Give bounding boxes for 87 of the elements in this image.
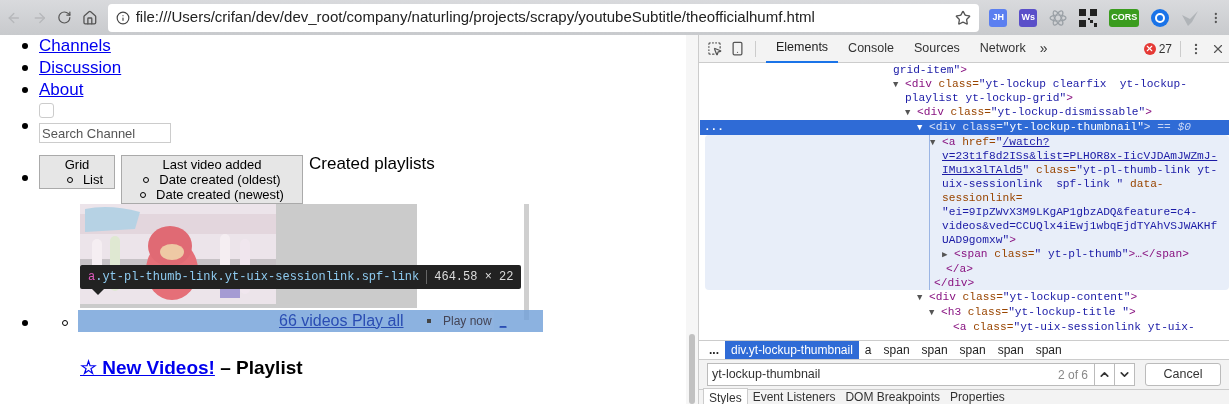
inspect-icon[interactable] xyxy=(707,41,722,56)
code-line: </a> xyxy=(945,262,974,276)
tree-row[interactable]: ... ▼ <div class="yt-lockup-thumbnail"> == $0 xyxy=(700,120,1229,135)
code-line: <div class="yt-lockup-content"> xyxy=(929,290,1138,304)
breadcrumb[interactable]: span xyxy=(915,340,954,360)
panel-tab[interactable]: Styles xyxy=(703,388,748,404)
breadcrumb[interactable]: span xyxy=(991,340,1030,360)
code-line: <span class=" yt-pl-thumb">…</span> xyxy=(954,247,1189,261)
disclosure-arrow[interactable]: ▼ xyxy=(917,123,923,133)
view-button[interactable]: Grid List xyxy=(39,155,115,189)
home-icon[interactable] xyxy=(82,9,98,26)
code-line: IMu1x3lTAld5" class="yt-pl-thumb-link yt- xyxy=(942,163,1218,177)
code-line: <div class="yt-lockup clearfix yt-lockup- xyxy=(905,77,1187,91)
disclosure-arrow[interactable]: ▶ xyxy=(942,250,948,260)
bullet-icon xyxy=(22,65,28,71)
devtools-tab[interactable]: Console xyxy=(838,34,904,63)
ellipsis-marker: ... xyxy=(704,120,724,134)
sort-button[interactable]: Last video added Date created (oldest) Date created (newest) xyxy=(121,155,303,204)
extension-icon[interactable]: CORS xyxy=(1109,8,1140,27)
code-line: uix-sessionlink spf-link " data- xyxy=(942,177,1165,191)
playlist-suffix: – Playlist xyxy=(219,355,303,380)
devtools-tab[interactable]: Elements xyxy=(766,34,839,63)
breadcrumb[interactable]: span xyxy=(877,340,916,360)
code-line: </div> xyxy=(933,276,976,290)
bullet-icon xyxy=(22,43,28,49)
bookmark-star-icon[interactable] xyxy=(955,9,972,26)
tooltip: a.yt-pl-thumb-link.yt-uix-sessionlink.spf-link 464.58 × 22 xyxy=(80,265,522,289)
address-bar[interactable]: file:///Users/crifan/dev/dev_root/company/naturling/projects/scrapy/youtubeSubtitle/theofficialhumf.html xyxy=(107,3,980,32)
devtools-tab[interactable]: Network xyxy=(969,34,1036,63)
code-line: <div class="yt-lockup-dismissable"> xyxy=(917,105,1152,119)
code-line: videos&ved=CCUQlx4iEwj1wbqEjdTYAhVSJWAKHf xyxy=(942,219,1218,233)
code-line: v=23t1f8d2ISs&list=PLHOR8x-IicVJDAmJWZmJ- xyxy=(942,149,1218,163)
trailing-link[interactable]: _ xyxy=(499,311,507,330)
tree-row[interactable]: ▼ <div class="yt-lockup-content"> xyxy=(917,290,1229,305)
tree-row[interactable]: ▼ <div class="yt-lockup clearfix yt-lockup- playlist yt-lockup-grid"> xyxy=(893,77,1229,105)
bullet-icon xyxy=(22,87,28,93)
breadcrumb[interactable]: span xyxy=(953,340,992,360)
find-text: yt-lockup-thumbnail xyxy=(712,366,822,384)
panel-tab[interactable]: DOM Breakpoints xyxy=(840,388,946,404)
playlist-title-link[interactable]: ☆ New Videos! xyxy=(80,353,215,382)
tooltip-pointer-icon xyxy=(92,289,104,295)
disclosure-arrow[interactable]: ▼ xyxy=(929,308,935,318)
bullet-icon xyxy=(22,175,28,181)
tree-row[interactable]: ▶ <span class=" yt-pl-thumb">…</span> xyxy=(942,247,1229,262)
search-field[interactable]: Search Channel xyxy=(39,123,171,143)
disclosure-arrow[interactable]: ▼ xyxy=(893,80,899,90)
tree-row[interactable]: <a class="yt-uix-sessionlink yt-uix- xyxy=(941,320,1229,334)
find-field[interactable]: yt-lockup-thumbnail 2 of 6 xyxy=(707,363,1135,386)
error-icon xyxy=(1143,42,1156,55)
code-line: <a class="yt-uix-sessionlink yt-uix- xyxy=(953,320,1195,334)
code-line: <div class="yt-lockup-thumbnail"> == $0 xyxy=(929,120,1191,134)
info-icon xyxy=(115,10,130,25)
code-line: playlist yt-lockup-grid"> xyxy=(905,91,1074,105)
error-count[interactable]: 27 xyxy=(1158,39,1172,58)
device-icon[interactable] xyxy=(730,41,745,56)
extension-icon[interactable]: JH xyxy=(989,8,1008,27)
qr-code-icon[interactable] xyxy=(1079,8,1098,27)
tree-row[interactable]: ▼ <h3 class="yt-lockup-title "> xyxy=(929,305,1229,320)
code-line: <a href="/watch? xyxy=(942,135,1051,149)
panel-tab[interactable]: Event Listeners xyxy=(747,388,841,404)
code-line: UAD9gomxw"> xyxy=(942,233,1017,247)
url-text: file:///Users/crifan/dev/dev_root/company/naturling/projects/scrapy/youtubeSubtitle/theofficialhumf.html xyxy=(135,7,816,28)
breadcrumb[interactable]: div.yt-lockup-thumbnail xyxy=(725,340,859,360)
bullet-icon xyxy=(22,320,28,326)
section-title: Created playlists xyxy=(309,155,435,173)
code-line: "ei=9IpZWvX3M9LKgAP1gbzADQ&feature=c4- xyxy=(942,205,1199,219)
more-tabs-button[interactable]: » xyxy=(1039,38,1048,59)
extension-icon[interactable]: Ws xyxy=(1019,8,1038,27)
disclosure-arrow[interactable]: ▼ xyxy=(917,293,923,303)
disclosure-arrow[interactable]: ▼ xyxy=(930,138,936,148)
devtools-tab[interactable]: Sources xyxy=(904,34,970,63)
ring-icon[interactable] xyxy=(1151,8,1170,27)
breadcrumb[interactable]: ... xyxy=(703,340,725,360)
code-line: sessionlink= xyxy=(942,191,1024,205)
cancel-button[interactable]: Cancel xyxy=(1145,363,1221,386)
checkbox[interactable] xyxy=(39,103,54,118)
match-count: 2 of 6 xyxy=(1057,366,1089,384)
reload-icon[interactable] xyxy=(57,10,72,25)
tree-row[interactable]: grid-item"> xyxy=(881,63,1229,77)
breadcrumb[interactable]: span xyxy=(1029,340,1068,360)
disclosure-arrow[interactable]: ▼ xyxy=(905,108,911,118)
panel-tab[interactable]: Properties xyxy=(945,388,1010,404)
breadcrumb[interactable]: a xyxy=(858,340,878,360)
tree-row[interactable]: ▼ <div class="yt-lockup-dismissable"> xyxy=(905,105,1229,120)
code-line: <h3 class="yt-lockup-title "> xyxy=(941,305,1136,319)
code-line: grid-item"> xyxy=(893,63,967,77)
bullet-icon xyxy=(22,123,28,129)
